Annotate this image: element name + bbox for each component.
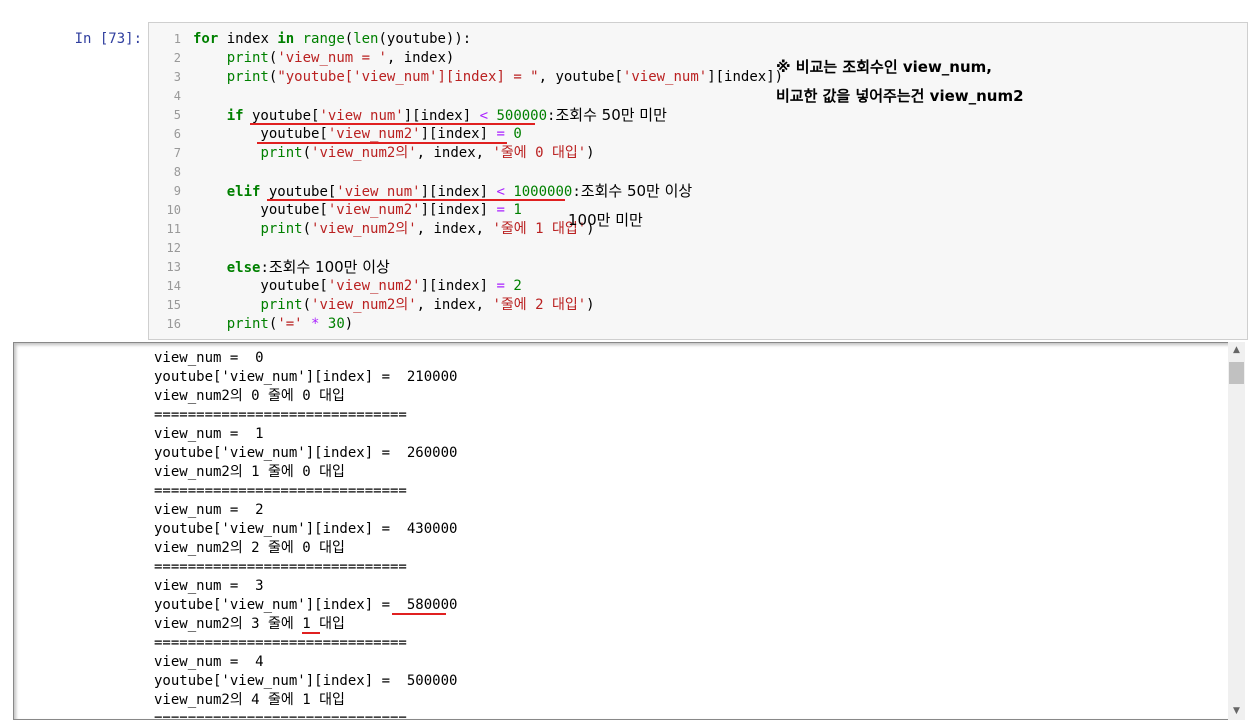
line-number: 14 (166, 279, 181, 293)
line-number: 6 (173, 127, 181, 141)
line-number: 10 (166, 203, 181, 217)
code-line: print('view_num2의', index, '줄에 2 대입') (260, 297, 595, 313)
input-prompt: In [73]: (74, 31, 142, 47)
scroll-thumb[interactable] (1229, 362, 1244, 384)
code-line: youtube['view_num2'][index] = 1 (193, 202, 522, 218)
output-line: view_num = 1 (154, 426, 264, 442)
output-line: ============================== (154, 711, 407, 720)
line-number: 2 (173, 51, 181, 65)
code-line: youtube['view_num2'][index] = 0 (193, 126, 522, 144)
output-line: ============================== (154, 559, 407, 575)
output-scrollbar[interactable]: ▲ ▼ (1228, 342, 1245, 720)
output-line: youtube['view_num'][index] = 430000 (154, 521, 458, 537)
output-line: view_num2의 2 줄에 0 대입 (154, 540, 345, 556)
code-line: print('=' * 30) (226, 316, 354, 332)
output-line: ============================== (154, 483, 407, 499)
annotation-elif-range: 100만 미만 (568, 211, 643, 229)
line-number: 16 (166, 317, 181, 331)
code-line: print('view_num2의', index, '줄에 0 대입') (260, 145, 595, 161)
output-line: view_num2의 3 줄에 1 대입 (154, 616, 345, 634)
code-line: print('view_num2의', index, '줄에 1 대입') (260, 221, 595, 237)
line-number: 11 (166, 222, 181, 236)
output-line: view_num = 2 (154, 502, 264, 518)
output-line: view_num = 3 (154, 578, 264, 594)
line-number: 9 (173, 184, 181, 198)
output-text: view_num = 0 youtube['view_num'][index] =… (154, 349, 458, 720)
code-cell[interactable]: 1 2 3 4 5 6 7 8 9 10 11 12 13 14 15 16 for index in ran… (148, 22, 1248, 340)
line-number: 12 (166, 241, 181, 255)
code-line: print("youtube['view_num'][index] = ", y… (226, 69, 784, 85)
line-number: 5 (173, 108, 181, 122)
annotation-note: ※ 비교는 조회수인 view_num, 비교한 값을 넣어주는건 view_n… (776, 53, 1024, 111)
code-editor[interactable]: for index in range(len(youtube)): print(… (193, 30, 783, 334)
line-number: 13 (166, 260, 181, 274)
code-line: elif youtube['view_num'][index] < 100000… (226, 182, 693, 201)
annotation-comment: 조회수 50만 이상 (580, 182, 693, 200)
line-number: 7 (173, 146, 181, 160)
output-line: youtube['view_num'][index] = 580000 (154, 597, 458, 615)
line-number: 3 (173, 70, 181, 84)
code-line: if youtube['view_num'][index] < 500000:조… (226, 106, 667, 125)
output-line: view_num2의 1 줄에 0 대입 (154, 464, 345, 480)
line-number: 8 (173, 165, 181, 179)
output-line: ============================== (154, 635, 407, 651)
annotation-comment: 조회수 100만 이상 (268, 258, 390, 276)
output-line: youtube['view_num'][index] = 260000 (154, 445, 458, 461)
scroll-up-arrow-icon[interactable]: ▲ (1228, 342, 1245, 359)
code-line: print('view_num = ', index) (226, 50, 455, 66)
output-line: youtube['view_num'][index] = 500000 (154, 673, 458, 689)
output-line: view_num = 0 (154, 350, 264, 366)
output-area[interactable]: view_num = 0 youtube['view_num'][index] =… (13, 342, 1245, 720)
output-line: view_num2의 0 줄에 0 대입 (154, 388, 345, 404)
annotation-note-line1: ※ 비교는 조회수인 view_num, (776, 58, 992, 76)
code-line: youtube['view_num2'][index] = 2 (193, 278, 522, 294)
output-line: view_num2의 4 줄에 1 대입 (154, 692, 345, 708)
code-line: for index in range(len(youtube)): (193, 31, 472, 47)
annotation-note-line2: 비교한 값을 넣어주는건 view_num2 (776, 87, 1024, 105)
scroll-down-arrow-icon[interactable]: ▼ (1228, 703, 1245, 720)
line-number: 1 (173, 32, 181, 46)
output-line: youtube['view_num'][index] = 210000 (154, 369, 458, 385)
output-line: view_num = 4 (154, 654, 264, 670)
line-number-gutter: 1 2 3 4 5 6 7 8 9 10 11 12 13 14 15 16 (149, 30, 181, 334)
line-number: 4 (173, 89, 181, 103)
output-line: ============================== (154, 407, 407, 423)
code-line: else:조회수 100만 이상 (226, 258, 390, 276)
annotation-comment: 조회수 50만 미만 (555, 106, 667, 124)
line-number: 15 (166, 298, 181, 312)
